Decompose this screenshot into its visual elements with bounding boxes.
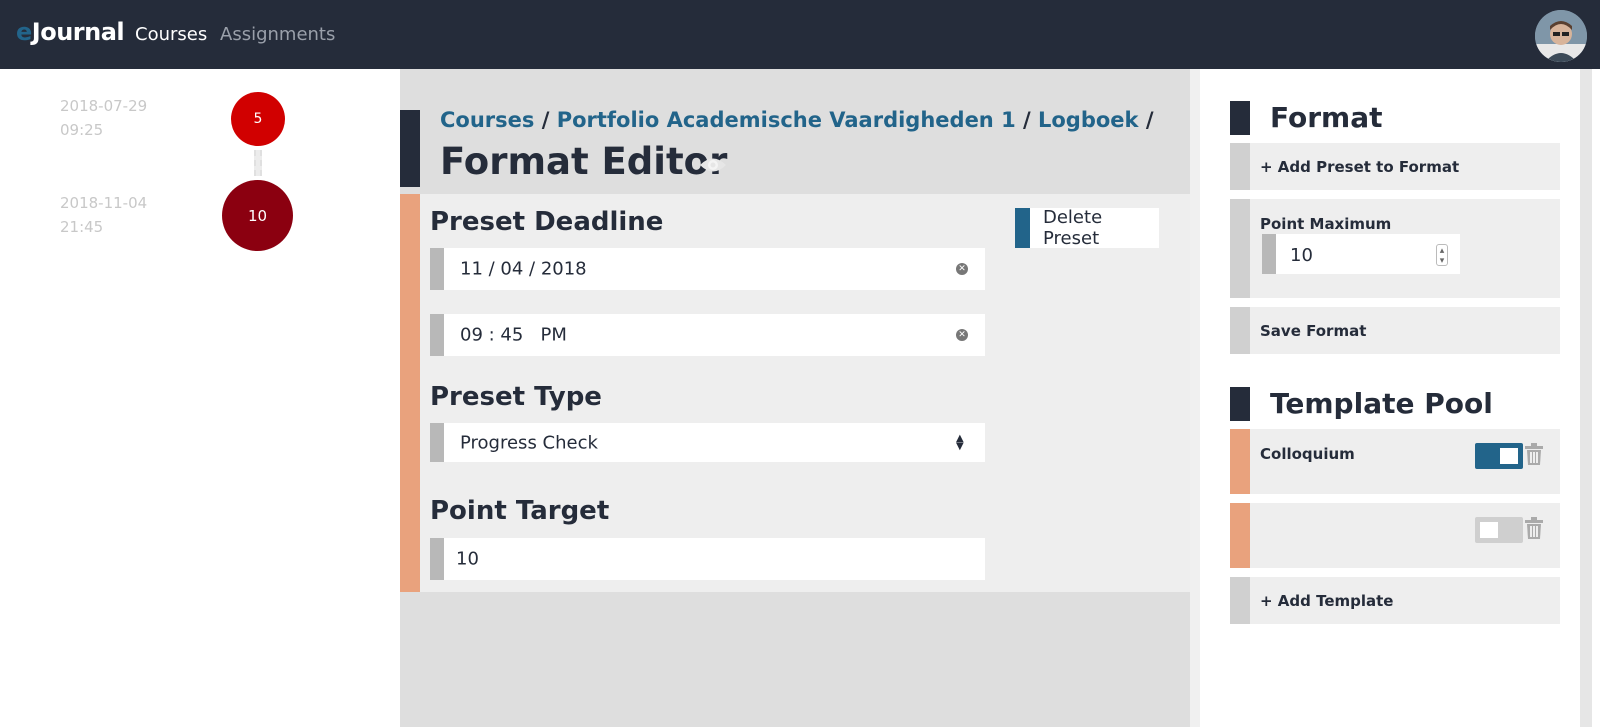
nav-courses-link[interactable]: Courses [135, 24, 207, 45]
deadline-time-value: 09 : 45 PM [460, 324, 567, 346]
input-accent [430, 248, 444, 290]
brand-logo[interactable]: eJournal [16, 18, 125, 46]
point-target-heading: Point Target [430, 496, 610, 526]
toggle-knob [1480, 522, 1498, 538]
add-template-label: + Add Template [1260, 592, 1394, 610]
timeline-date-1-time: 09:25 [60, 121, 104, 139]
header-accent-bar [400, 110, 420, 187]
format-heading: Format [1270, 101, 1383, 134]
save-format-label: Save Format [1260, 322, 1367, 340]
timeline-date-1-day: 2018-07-29 [60, 97, 148, 115]
input-accent [1262, 234, 1276, 274]
item-accent [1230, 577, 1250, 624]
item-accent [1230, 307, 1250, 354]
delete-preset-label: Delete Preset [1043, 207, 1103, 249]
select-arrows-icon: ▲ ▼ [956, 432, 964, 452]
user-avatar[interactable] [1535, 10, 1587, 62]
template-toggle[interactable] [1475, 443, 1523, 469]
breadcrumb-separator: / [1145, 108, 1154, 132]
preset-type-select[interactable]: Progress Check ▲ ▼ [430, 423, 985, 462]
point-maximum-value: 10 [1290, 245, 1313, 266]
breadcrumb-separator: / [1023, 108, 1031, 132]
brand-logo-e: e [16, 18, 32, 46]
template-toggle[interactable] [1475, 517, 1523, 543]
point-maximum-input[interactable]: 10 ▴ ▾ [1262, 234, 1460, 274]
timeline-date-1: 2018-07-29 09:25 [60, 94, 147, 142]
button-accent [1015, 208, 1030, 248]
timeline-date-2-day: 2018-11-04 [60, 194, 148, 212]
toggle-knob [1500, 448, 1518, 464]
add-preset-button[interactable]: + Add Preset to Format [1230, 143, 1560, 190]
input-accent [430, 423, 444, 462]
clear-time-icon[interactable]: ✕ [956, 329, 968, 341]
trash-icon[interactable] [1525, 443, 1543, 465]
add-preset-label: + Add Preset to Format [1260, 158, 1460, 176]
clear-date-icon[interactable]: ✕ [956, 263, 968, 275]
timeline-node-1[interactable]: 5 [231, 92, 285, 146]
trash-icon[interactable] [1525, 517, 1543, 539]
timeline-connector [254, 150, 262, 176]
timeline-node-1-points: 5 [253, 111, 263, 127]
preset-type-heading: Preset Type [430, 382, 602, 412]
input-accent [430, 314, 444, 356]
number-spinner-icon[interactable]: ▴ ▾ [1436, 244, 1448, 266]
save-format-button[interactable]: Save Format [1230, 307, 1560, 354]
timeline-node-2-points: 10 [247, 206, 268, 225]
breadcrumb-courses[interactable]: Courses [440, 108, 534, 132]
point-target-value: 10 [456, 548, 479, 570]
item-accent [1230, 143, 1250, 190]
point-maximum-label: Point Maximum [1260, 215, 1392, 233]
preset-deadline-heading: Preset Deadline [430, 207, 664, 237]
eye-icon[interactable] [699, 156, 727, 174]
template-name: Colloquium [1260, 445, 1355, 463]
deadline-date-value: 11 / 04 / 2018 [460, 258, 587, 280]
breadcrumb: Courses / Portfolio Academische Vaardigh… [440, 108, 1153, 132]
add-template-button[interactable]: + Add Template [1230, 577, 1560, 624]
template-accent [1230, 429, 1250, 494]
preset-accent-bar [400, 194, 420, 592]
format-heading-accent [1230, 101, 1250, 135]
template-pool-heading-accent [1230, 387, 1250, 421]
deadline-date-input[interactable]: 11 / 04 / 2018 ✕ [430, 248, 985, 290]
template-item-untitled[interactable] [1230, 503, 1560, 568]
breadcrumb-separator: / [541, 108, 550, 132]
deadline-time-input[interactable]: 09 : 45 PM ✕ [430, 314, 985, 356]
item-accent [1230, 199, 1250, 298]
point-target-input[interactable]: 10 [430, 538, 985, 580]
brand-logo-text: Journal [31, 18, 125, 46]
column-divider [1190, 69, 1200, 727]
top-navbar: eJournal Courses Assignments [0, 0, 1600, 69]
preset-type-value: Progress Check [460, 432, 598, 453]
template-pool-heading: Template Pool [1270, 387, 1493, 420]
breadcrumb-course[interactable]: Portfolio Academische Vaardigheden 1 [557, 108, 1016, 132]
breadcrumb-assignment[interactable]: Logboek [1038, 108, 1139, 132]
template-item-colloquium[interactable]: Colloquium [1230, 429, 1560, 494]
nav-assignments-link[interactable]: Assignments [220, 24, 335, 45]
timeline-node-2[interactable]: 10 [222, 180, 293, 251]
page-title: Format Editor [440, 140, 728, 183]
timeline-date-2-time: 21:45 [60, 218, 104, 236]
template-accent [1230, 503, 1250, 568]
timeline-date-2: 2018-11-04 21:45 [60, 191, 147, 239]
input-accent [430, 538, 444, 580]
delete-preset-button[interactable]: Delete Preset [1015, 207, 1159, 249]
page-scrollbar[interactable] [1580, 69, 1592, 727]
avatar-image [1535, 10, 1587, 62]
